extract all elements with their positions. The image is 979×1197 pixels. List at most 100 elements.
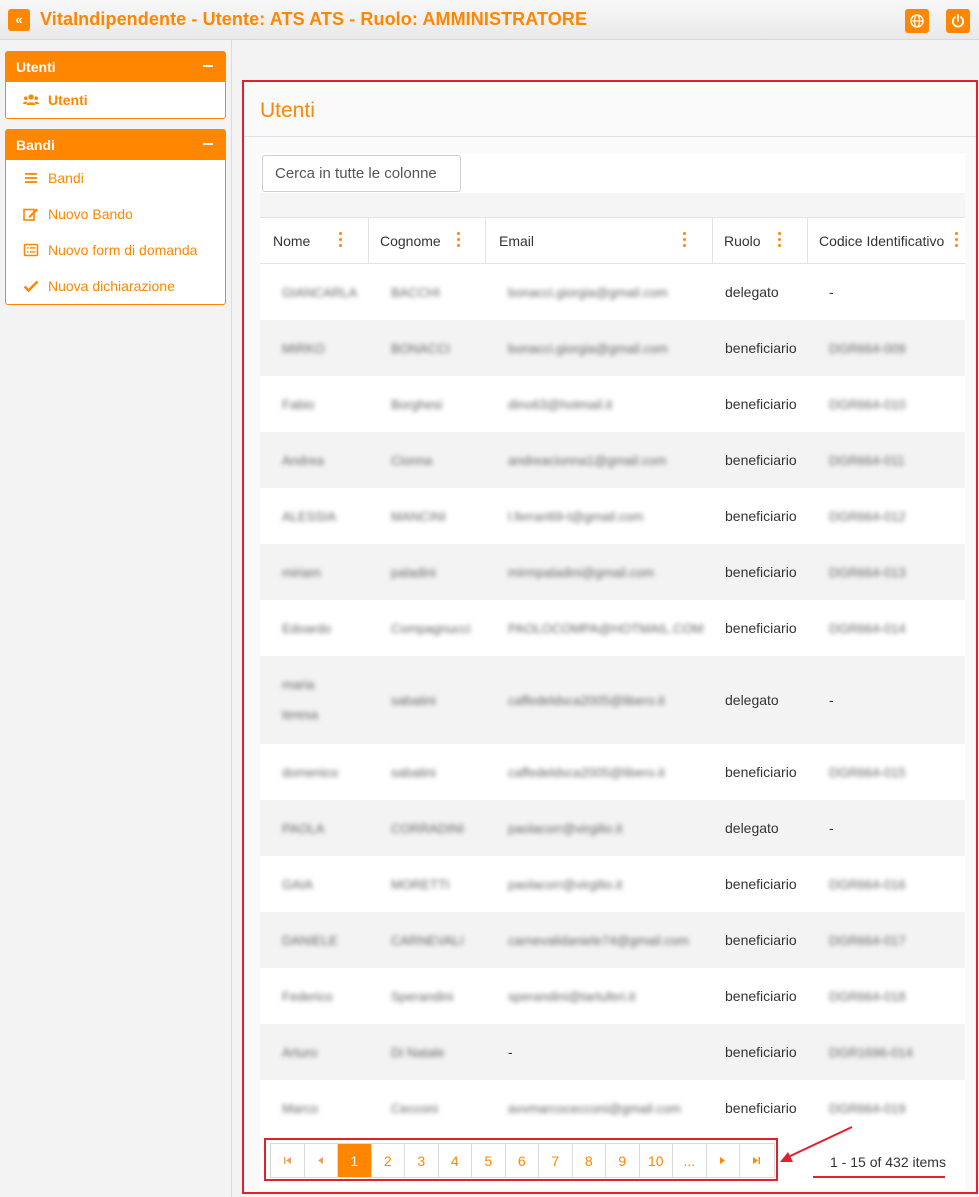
column-header-ruolo[interactable]: Ruolo: [713, 218, 808, 264]
sidebar-item-utenti[interactable]: Utenti: [6, 82, 225, 118]
table-row[interactable]: Marco Cecconi avvmarcocecconi@gmail.com ben…: [260, 1080, 965, 1136]
column-menu-icon[interactable]: [339, 232, 343, 248]
sidebar-item-nuova-dichiarazione[interactable]: Nuova dichiarazione: [6, 268, 225, 304]
cell-cognome: Compagnucci: [369, 600, 486, 656]
column-menu-icon[interactable]: [778, 232, 782, 248]
table-row[interactable]: Federico Sperandini sperandini@tartuferi.i…: [260, 968, 965, 1024]
cell-nome: MIRKO: [260, 320, 369, 376]
cell-codice: -: [808, 264, 918, 320]
cell-email: -: [486, 1024, 713, 1080]
next-page-button[interactable]: [706, 1144, 740, 1177]
panel-header-utenti[interactable]: Utenti: [6, 52, 225, 82]
cell-cognome-text: BACCHI: [391, 284, 441, 300]
sidebar-item-bandi[interactable]: Bandi: [6, 160, 225, 196]
cell-cognome-text: sabatini: [391, 764, 436, 780]
page-button[interactable]: 7: [539, 1144, 573, 1177]
cell-cognome-text: BONACCI: [391, 340, 451, 356]
first-page-button[interactable]: [271, 1144, 305, 1177]
cell-ruolo: beneficiario: [713, 432, 808, 488]
table-row[interactable]: maria teresa sabatini caffedeldsca2005@lib…: [260, 656, 965, 744]
cell-ruolo: beneficiario: [713, 544, 808, 600]
cell-codice: -: [808, 656, 918, 744]
cell-ruolo: beneficiario: [713, 856, 808, 912]
column-header-cognome[interactable]: Cognome: [369, 218, 486, 264]
cell-ruolo-text: beneficiario: [725, 764, 797, 780]
column-menu-icon[interactable]: [683, 232, 687, 248]
cell-nome: GAIA: [260, 856, 369, 912]
table-row[interactable]: GAIA MORETTI paolacorr@virgilio.it benefici…: [260, 856, 965, 912]
page-button[interactable]: 2: [371, 1144, 405, 1177]
cell-codice-text: DGR664-018: [829, 988, 906, 1004]
logout-button[interactable]: [946, 9, 970, 33]
table-row[interactable]: DANIELE CARNEVALI carnevalidaniele74@gmail…: [260, 912, 965, 968]
sidebar-panel-bandi: Bandi Bandi Nuovo Bando Nuovo form di do…: [5, 129, 226, 305]
cell-cognome-text: Sperandini: [391, 988, 454, 1004]
table-row[interactable]: GIANCARLA BACCHI bonacci.giorgia@gmail.com…: [260, 264, 965, 320]
column-menu-icon[interactable]: [955, 232, 959, 248]
page-button[interactable]: 5: [472, 1144, 506, 1177]
cell-ruolo: beneficiario: [713, 1024, 808, 1080]
cell-codice-text: DGR664-016: [829, 876, 906, 892]
sidebar-item-nuovo-form[interactable]: Nuovo form di domanda: [6, 232, 225, 268]
column-header-nome[interactable]: Nome: [260, 218, 369, 264]
double-chevron-left-icon[interactable]: «: [8, 9, 30, 31]
divider: [244, 136, 976, 137]
cell-cognome-text: Di Natale: [391, 1044, 445, 1060]
column-header-codice[interactable]: Codice Identificativo: [808, 218, 965, 264]
table-row[interactable]: Andrea Cionna andreacionna1@gmail.com benef…: [260, 432, 965, 488]
language-button[interactable]: [905, 9, 929, 33]
column-title: Ruolo: [724, 233, 761, 249]
table-row[interactable]: ALESSIA MANCINI l.ferrari69-t@gmail.com ben…: [260, 488, 965, 544]
table-row[interactable]: miriam paladini mirmpaladini@gmail.com bene…: [260, 544, 965, 600]
table-row[interactable]: PAOLA CORRADINI paolacorr@virgilio.it deleg…: [260, 800, 965, 856]
page-button[interactable]: 6: [505, 1144, 539, 1177]
table-row[interactable]: Edoardo Compagnucci PAOLOCOMPA@HOTMAIL.COM…: [260, 600, 965, 656]
table-row[interactable]: MIRKO BONACCI bonacci.giorgia@gmail.com ben…: [260, 320, 965, 376]
cell-cognome: Cionna: [369, 432, 486, 488]
grouping-header: [260, 193, 965, 217]
page-button[interactable]: 1: [338, 1144, 372, 1177]
table-row[interactable]: Fabio Borghesi dino63@hotmail.it beneficiar…: [260, 376, 965, 432]
page-button[interactable]: 4: [438, 1144, 472, 1177]
cell-email: bonacci.giorgia@gmail.com: [486, 264, 713, 320]
cell-ruolo: delegato: [713, 656, 808, 744]
list-alt-icon: [23, 243, 39, 257]
cell-nome-text: ALESSIA: [282, 508, 337, 524]
prev-page-button[interactable]: [304, 1144, 338, 1177]
cell-nome: Arturo: [260, 1024, 369, 1080]
cell-nome-text: miriam: [282, 564, 321, 580]
last-page-button[interactable]: [740, 1144, 774, 1177]
cell-nome: PAOLA: [260, 800, 369, 856]
sidebar-item-label: Bandi: [48, 170, 84, 186]
cell-nome-text: domenico: [282, 764, 339, 780]
cell-codice-text: DGR664-011: [829, 452, 905, 468]
cell-ruolo-text: delegato: [725, 284, 779, 300]
search-input[interactable]: [262, 155, 461, 192]
cell-ruolo-text: delegato: [725, 692, 779, 708]
app-title: VitaIndipendente - Utente: ATS ATS - Ruo…: [40, 9, 588, 29]
table-header: Nome Cognome Email Ruolo Codice Identifi…: [260, 217, 965, 264]
page-button[interactable]: 10: [639, 1144, 673, 1177]
pager: 1 2 3 4 5 6 7 8 9 10...: [270, 1143, 775, 1178]
panel-header-bandi[interactable]: Bandi: [6, 130, 225, 160]
minus-icon[interactable]: [203, 143, 213, 145]
page-button[interactable]: 3: [405, 1144, 439, 1177]
cell-cognome: Borghesi: [369, 376, 486, 432]
page-button[interactable]: ...: [673, 1144, 707, 1177]
cell-ruolo-text: beneficiario: [725, 1100, 797, 1116]
page-button[interactable]: 9: [606, 1144, 640, 1177]
cell-nome: GIANCARLA: [260, 264, 369, 320]
table-row[interactable]: Arturo Di Natale - beneficiario DGR1696-014: [260, 1024, 965, 1080]
cell-email-text: bonacci.giorgia@gmail.com: [508, 284, 668, 300]
page-button[interactable]: 8: [572, 1144, 606, 1177]
cell-email-text: paolacorr@virgilio.it: [508, 820, 623, 836]
cell-nome: Marco: [260, 1080, 369, 1136]
table-row[interactable]: domenico sabatini caffedeldsca2005@libero.…: [260, 744, 965, 800]
column-menu-icon[interactable]: [457, 232, 461, 248]
minus-icon[interactable]: [203, 65, 213, 67]
column-header-email[interactable]: Email: [486, 218, 713, 264]
column-title: Cognome: [380, 233, 441, 249]
cell-codice: DGR1696-014: [808, 1024, 918, 1080]
cell-nome-text: Marco: [282, 1100, 319, 1116]
sidebar-item-nuovo-bando[interactable]: Nuovo Bando: [6, 196, 225, 232]
